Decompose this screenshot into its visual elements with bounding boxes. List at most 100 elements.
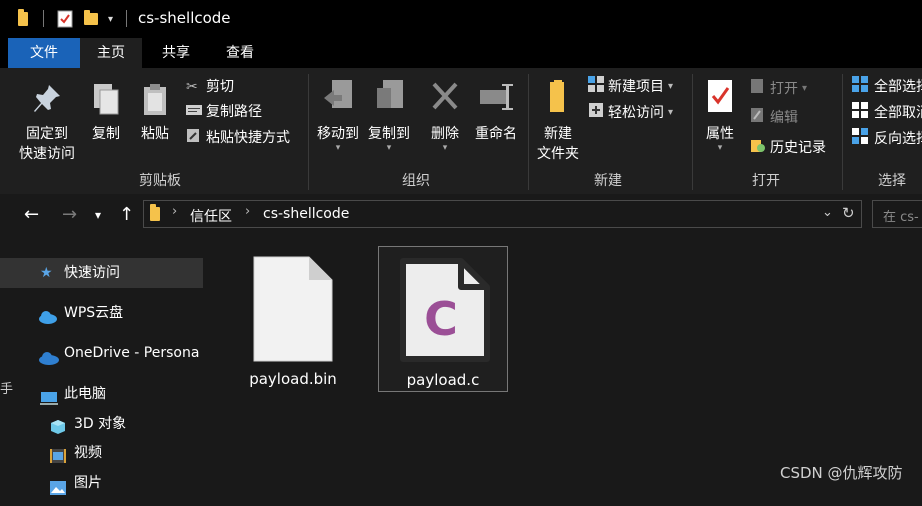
paste-label: 粘贴 [141, 126, 169, 142]
background-edge-text: 手 [0, 382, 14, 397]
rename-button[interactable]: 重命名 [470, 78, 522, 144]
nav-item-3d-objects[interactable]: 3D 对象 [0, 409, 203, 439]
search-box[interactable]: 在 cs- [872, 200, 922, 228]
tab-share[interactable]: 共享 [150, 38, 202, 68]
search-placeholder: 在 cs- [883, 210, 919, 225]
window-title: cs-shellcode [138, 9, 231, 27]
refresh-icon[interactable]: ↻ [842, 204, 855, 222]
divider [43, 10, 44, 27]
cloud-icon [38, 305, 58, 335]
pin-label-2: 快速访问 [19, 146, 75, 162]
delete-button[interactable]: 删除 ▾ [424, 78, 466, 153]
recent-locations-chevron-icon[interactable]: ▾ [95, 208, 101, 222]
pin-quick-access-button[interactable]: 固定到 快速访问 [14, 82, 80, 164]
delete-label: 删除 [431, 126, 459, 142]
nav-item-onedrive[interactable]: OneDrive - Persona [0, 338, 203, 368]
open-label: 打开 [770, 81, 798, 97]
tab-view[interactable]: 查看 [214, 38, 266, 68]
new-folder-icon [550, 80, 564, 112]
new-folder-button[interactable]: 新建 文件夹 [532, 78, 584, 164]
customize-toolbar-icon[interactable]: ▾ [108, 9, 113, 29]
nav-item-videos[interactable]: 视频 [0, 438, 203, 468]
select-none-button[interactable]: 全部取消 [852, 101, 922, 124]
c-file-letter: C [424, 292, 458, 346]
easy-access-icon [588, 102, 608, 125]
open-icon [750, 78, 770, 101]
file-item[interactable]: C payload.c [378, 246, 508, 392]
address-bar[interactable]: › 信任区 › cs-shellcode ⌄ ↻ [143, 200, 862, 228]
divider [126, 10, 127, 27]
copy-button[interactable]: 复制 [86, 82, 126, 144]
star-icon: ★ [40, 265, 53, 281]
new-item-icon [588, 75, 608, 99]
edit-button[interactable]: 编辑 [750, 107, 798, 129]
folder-icon [150, 204, 160, 221]
open-button[interactable]: 打开 ▾ [750, 78, 807, 100]
copy-label: 复制 [92, 126, 120, 142]
address-dropdown-chevron-icon[interactable]: ⌄ [822, 205, 833, 220]
select-none-label: 全部取消 [874, 105, 922, 121]
new-folder-label-2: 文件夹 [537, 146, 579, 162]
blank-file-icon [253, 256, 333, 362]
select-all-icon [852, 75, 874, 99]
new-folder-quick-icon[interactable] [84, 9, 98, 29]
group-label-clipboard: 剪贴板 [139, 173, 181, 189]
group-separator [842, 74, 843, 190]
breadcrumb-trusted-zone[interactable]: 信任区 [190, 206, 232, 226]
rename-label: 重命名 [475, 126, 517, 142]
edit-label: 编辑 [770, 110, 798, 126]
ribbon-tab-bar: 文件 主页 共享 查看 [0, 38, 922, 184]
copy-icon [94, 84, 119, 115]
group-label-organize: 组织 [402, 173, 430, 189]
invert-selection-label: 反向选择 [874, 131, 922, 147]
nav-item-pictures[interactable]: 图片 [0, 468, 203, 498]
new-item-button[interactable]: 新建项目 ▾ [588, 75, 673, 99]
group-separator [528, 74, 529, 190]
watermark: CSDN @仇辉攻防 [780, 464, 903, 482]
cut-label: 剪切 [206, 79, 234, 95]
properties-quick-icon[interactable] [57, 9, 73, 29]
nav-label: 图片 [74, 475, 102, 491]
paste-icon [144, 84, 166, 115]
easy-access-label: 轻松访问 [608, 105, 664, 121]
properties-button[interactable]: 属性 ▾ [698, 78, 742, 153]
history-label: 历史记录 [770, 140, 826, 156]
group-label-open: 打开 [752, 173, 780, 189]
back-arrow-icon[interactable]: ← [24, 204, 39, 225]
move-to-button[interactable]: 移动到 ▾ [312, 78, 364, 153]
file-item[interactable]: payload.bin [228, 246, 358, 392]
paste-button[interactable]: 粘贴 [134, 82, 176, 144]
breadcrumb-current-folder[interactable]: cs-shellcode [263, 206, 349, 222]
select-all-button[interactable]: 全部选择 [852, 75, 922, 99]
scissors-icon: ✂ [186, 79, 198, 95]
move-to-label: 移动到 [317, 126, 359, 142]
properties-label: 属性 [706, 126, 734, 142]
history-icon [750, 137, 770, 160]
nav-item-quick-access[interactable]: ★ 快速访问 [0, 258, 203, 288]
file-name: payload.bin [249, 370, 337, 388]
nav-item-this-pc[interactable]: 此电脑 [0, 379, 203, 409]
tab-home[interactable]: 主页 [80, 38, 142, 68]
nav-label: 3D 对象 [74, 416, 127, 432]
invert-selection-button[interactable]: 反向选择 [852, 127, 922, 150]
easy-access-button[interactable]: 轻松访问 ▾ [588, 102, 673, 124]
folder-icon [18, 9, 28, 29]
up-arrow-icon[interactable]: ↑ [119, 204, 134, 225]
properties-icon [708, 80, 732, 112]
copy-to-button[interactable]: 复制到 ▾ [364, 78, 414, 153]
breadcrumb-separator-icon: › [245, 204, 251, 219]
history-button[interactable]: 历史记录 [750, 137, 826, 159]
paste-shortcut-label: 粘贴快捷方式 [206, 130, 290, 146]
copy-path-icon [186, 101, 206, 123]
cut-button[interactable]: ✂ 剪切 [186, 76, 234, 98]
file-list-area: payload.bin C payload.c [210, 238, 922, 489]
new-item-label: 新建项目 [608, 79, 664, 95]
forward-arrow-icon[interactable]: → [62, 204, 77, 225]
ribbon: 固定到 快速访问 复制 粘贴 ✂ 剪切 复制路径 粘贴快捷方式 剪贴板 移动到 … [0, 68, 922, 195]
group-label-select: 选择 [878, 173, 906, 189]
copy-path-button[interactable]: 复制路径 [186, 101, 262, 123]
rename-icon [480, 84, 513, 110]
nav-label: WPS云盘 [64, 305, 124, 321]
paste-shortcut-button[interactable]: 粘贴快捷方式 [186, 127, 290, 149]
nav-item-wps-cloud[interactable]: WPS云盘 [0, 298, 203, 328]
